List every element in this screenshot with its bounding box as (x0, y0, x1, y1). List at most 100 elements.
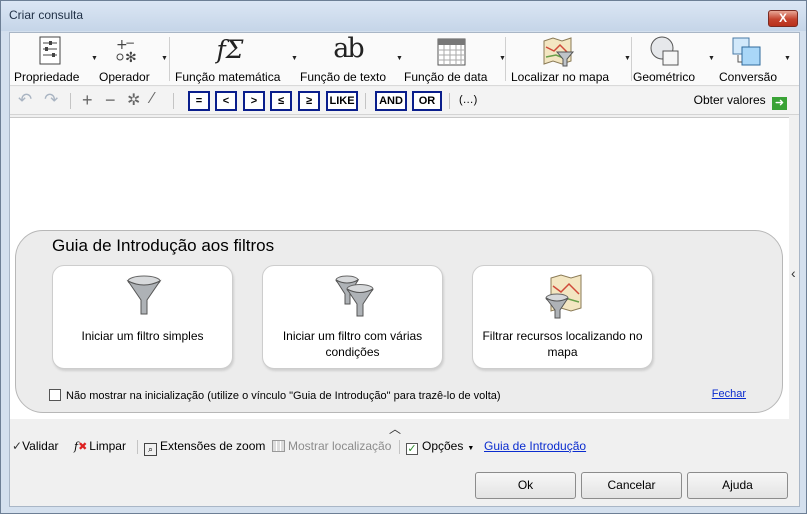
plus-icon[interactable]: + (82, 90, 93, 110)
double-funnel-icon (335, 275, 374, 317)
chevron-down-icon: ▼ (91, 55, 98, 62)
zoom-extents-button[interactable]: ⌕ Extensões de zoom (144, 439, 265, 456)
ribbon-label: Operador (99, 70, 150, 84)
equals-button[interactable]: = (188, 91, 210, 111)
chevron-down-icon: ▼ (396, 55, 403, 62)
map-filter-card[interactable]: Filtrar recursos localizando no mapa (472, 265, 653, 369)
ribbon-funcao-matematica[interactable]: fΣ ▼ Função matemática (174, 35, 298, 85)
dialog-body: ▼ Propriedade + − ✻ ▼ Operador fΣ ▼ Funç… (9, 32, 800, 507)
card-label: Iniciar um filtro simples (81, 329, 204, 343)
ribbon-conversao[interactable]: ▼ Conversão (714, 35, 794, 85)
query-editor-area[interactable]: Guia de Introdução aos filtros Iniciar u… (10, 117, 789, 419)
svg-text:−: − (125, 36, 135, 50)
window-title: Criar consulta (9, 8, 84, 22)
close-guide-link[interactable]: Fechar (712, 388, 746, 400)
minus-icon[interactable]: − (105, 90, 116, 110)
validar-button[interactable]: ✓Validar (12, 439, 59, 453)
getting-started-panel: Guia de Introdução aos filtros Iniciar u… (15, 230, 783, 413)
clear-function-icon: f✖ (74, 440, 88, 453)
ribbon-label: Conversão (719, 70, 778, 84)
ribbon-label: Localizar no mapa (511, 70, 610, 84)
parentheses-button[interactable]: (…) (459, 94, 477, 114)
separator (70, 93, 71, 109)
limpar-label: Limpar (89, 439, 126, 453)
ribbon-label: Propriedade (14, 70, 80, 84)
less-equal-button[interactable]: ≤ (270, 91, 292, 111)
separator (449, 93, 450, 109)
obter-valores-label: Obter valores (693, 93, 766, 107)
chevron-down-icon: ▼ (784, 55, 791, 62)
dont-show-label: Não mostrar na inicialização (utilize o … (66, 390, 501, 402)
math-function-icon: fΣ (216, 35, 244, 64)
validar-label: Validar (22, 439, 59, 453)
getting-started-link[interactable]: Guia de Introdução (484, 439, 586, 453)
asterisk-icon[interactable]: ✲ (127, 90, 140, 110)
redo-icon[interactable]: ↷ (44, 90, 58, 110)
less-than-button[interactable]: < (215, 91, 237, 111)
multi-condition-card[interactable]: Iniciar um filtro com várias condições (262, 265, 443, 369)
ok-button[interactable]: Ok (475, 472, 576, 499)
chevron-down-icon: ▼ (161, 55, 168, 62)
zoom-label: Extensões de zoom (160, 439, 266, 453)
greater-than-button[interactable]: > (243, 91, 265, 111)
chevron-down-icon: ▼ (624, 55, 631, 62)
and-button[interactable]: AND (375, 91, 407, 111)
separator (173, 93, 174, 109)
slash-icon[interactable]: ⁄ (151, 90, 154, 110)
undo-icon[interactable]: ↶ (18, 90, 32, 110)
card-label: Filtrar recursos localizando no mapa (482, 329, 643, 359)
cancel-button[interactable]: Cancelar (581, 472, 682, 499)
ribbon-label: Função de texto (300, 70, 387, 84)
ribbon-funcao-texto[interactable]: ab ▼ Função de texto (299, 33, 403, 85)
ribbon-localizar-mapa[interactable]: ▼ Localizar no mapa (510, 35, 631, 85)
dont-show-checkbox[interactable] (49, 389, 61, 401)
green-arrow-icon: ➜ (772, 97, 787, 110)
ribbon-label: Função de data (404, 70, 488, 84)
chevron-up-icon[interactable]: ︿ (389, 420, 401, 437)
funnel-icon (126, 275, 162, 315)
or-button[interactable]: OR (412, 91, 442, 111)
property-list-icon (39, 36, 61, 65)
ribbon-funcao-data[interactable]: ▼ Função de data (403, 35, 506, 85)
text-function-icon: ab (333, 33, 364, 64)
limpar-button[interactable]: f✖ Limpar (74, 439, 126, 453)
query-builder-window: Criar consulta X ▼ Propriedade + − ✻ ▼ O… (0, 0, 807, 514)
obter-valores-button[interactable]: Obter valores ➜ (694, 93, 787, 110)
greater-equal-button[interactable]: ≥ (298, 91, 320, 111)
ribbon-geometrico[interactable]: ▼ Geométrico (632, 35, 715, 85)
opcoes-button[interactable]: ✓ Opções ▼ (406, 439, 474, 455)
show-location-label: Mostrar localização (288, 439, 392, 453)
chevron-down-icon: ▼ (467, 445, 475, 452)
calendar-icon (437, 38, 466, 66)
like-button[interactable]: LIKE (326, 91, 358, 111)
operator-toolbar: ↶ ↷ + − ✲ ⁄ = < > ≤ ≥ LIKE AND OR (…) Ob… (10, 87, 799, 115)
chevron-down-icon: ▼ (291, 55, 298, 62)
function-ribbon: ▼ Propriedade + − ✻ ▼ Operador fΣ ▼ Funç… (10, 33, 799, 86)
card-label: Iniciar um filtro com várias condições (282, 329, 423, 359)
bottom-toolbar: ✓Validar f✖ Limpar ⌕ Extensões de zoom Mos… (10, 436, 799, 458)
ribbon-propriedade[interactable]: ▼ Propriedade (14, 35, 98, 85)
map-grid-icon (272, 440, 285, 452)
dont-show-checkbox-row[interactable]: Não mostrar na inicialização (utilize o … (49, 389, 501, 402)
show-location-button[interactable]: Mostrar localização (272, 439, 391, 453)
chevron-left-icon[interactable]: ‹ (791, 265, 796, 281)
title-bar: Criar consulta X (1, 1, 806, 31)
separator (137, 440, 138, 454)
separator (505, 37, 506, 81)
operator-icon: + − ✻ (116, 36, 137, 66)
simple-filter-card[interactable]: Iniciar um filtro simples (52, 265, 233, 369)
separator (399, 440, 400, 454)
checkmark-icon: ✓ (12, 439, 23, 453)
ribbon-operador[interactable]: + − ✻ ▼ Operador (98, 35, 168, 85)
help-button[interactable]: Ajuda (687, 472, 788, 499)
conversion-icon (732, 37, 761, 66)
separator (169, 37, 170, 81)
close-button[interactable]: X (768, 10, 798, 27)
map-filter-icon (543, 37, 575, 67)
ribbon-label: Função matemática (175, 70, 281, 84)
map-funnel-icon (545, 274, 582, 319)
geometry-icon (650, 36, 679, 66)
opcoes-label: Opções (422, 439, 464, 453)
ribbon-label: Geométrico (633, 70, 696, 84)
svg-text:✻: ✻ (125, 50, 137, 66)
